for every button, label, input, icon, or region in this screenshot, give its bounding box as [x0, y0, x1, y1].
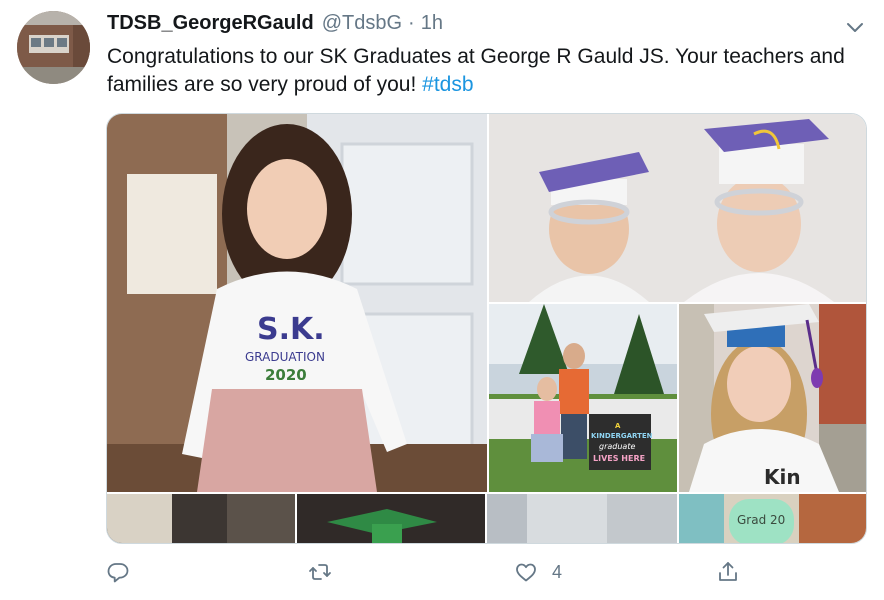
- photo-bottom-3[interactable]: [487, 494, 677, 543]
- separator-dot: ·: [408, 12, 415, 34]
- share-button[interactable]: [716, 556, 754, 588]
- tweet-header: TDSB_GeorgeRGauld @TdsbG · 1h: [107, 12, 866, 38]
- timestamp[interactable]: 1h: [421, 12, 443, 35]
- like-button[interactable]: 4: [514, 556, 562, 588]
- retweet-icon: [309, 564, 331, 580]
- sign-text-lives-here: LIVES HERE: [593, 454, 645, 463]
- reply-icon: [107, 563, 129, 583]
- shirt-text-graduation: GRADUATION: [245, 350, 325, 364]
- sign-text-kindergarten: KINDERGARTEN: [591, 432, 653, 440]
- photo-bottom-2[interactable]: [297, 494, 485, 543]
- photo-kids-with-sign[interactable]: A KINDERGARTEN graduate LIVES HERE: [489, 304, 677, 492]
- avatar-image: [17, 11, 90, 84]
- sign-text-graduate: graduate: [599, 442, 635, 451]
- avatar[interactable]: [17, 11, 90, 84]
- shirt-text-kin: Kin: [764, 465, 801, 489]
- shirt-text-sk: S.K.: [257, 312, 325, 347]
- sign-text-a: A: [615, 422, 621, 430]
- user-handle[interactable]: @TdsbG: [322, 12, 402, 35]
- hashtag-link[interactable]: #tdsb: [422, 73, 473, 96]
- tweet-actions: 4: [106, 556, 746, 588]
- photo-girl-blue-cap[interactable]: Kin: [679, 304, 866, 492]
- display-name[interactable]: TDSB_GeorgeRGauld: [107, 12, 314, 35]
- photo-girl-sk-shirt[interactable]: S.K. GRADUATION 2020: [107, 114, 487, 492]
- like-count: 4: [552, 561, 563, 582]
- photo-bottom-1[interactable]: [107, 494, 295, 543]
- shirt-text-year: 2020: [265, 366, 307, 384]
- share-icon: [719, 562, 737, 581]
- hat-text-grad: Grad 20: [737, 513, 785, 527]
- media-grid[interactable]: S.K. GRADUATION 2020 A KINDERGARTEN grad…: [106, 113, 867, 544]
- tweet-body: Congratulations to our SK Graduates at G…: [107, 45, 845, 96]
- reply-button[interactable]: [106, 556, 144, 588]
- retweet-button[interactable]: [308, 556, 346, 588]
- photo-bottom-4[interactable]: Grad 20: [679, 494, 866, 543]
- tweet-text: Congratulations to our SK Graduates at G…: [107, 43, 847, 99]
- photo-kids-grad-caps[interactable]: [489, 114, 866, 302]
- like-icon: [516, 563, 536, 582]
- caret-down-icon[interactable]: [844, 16, 866, 38]
